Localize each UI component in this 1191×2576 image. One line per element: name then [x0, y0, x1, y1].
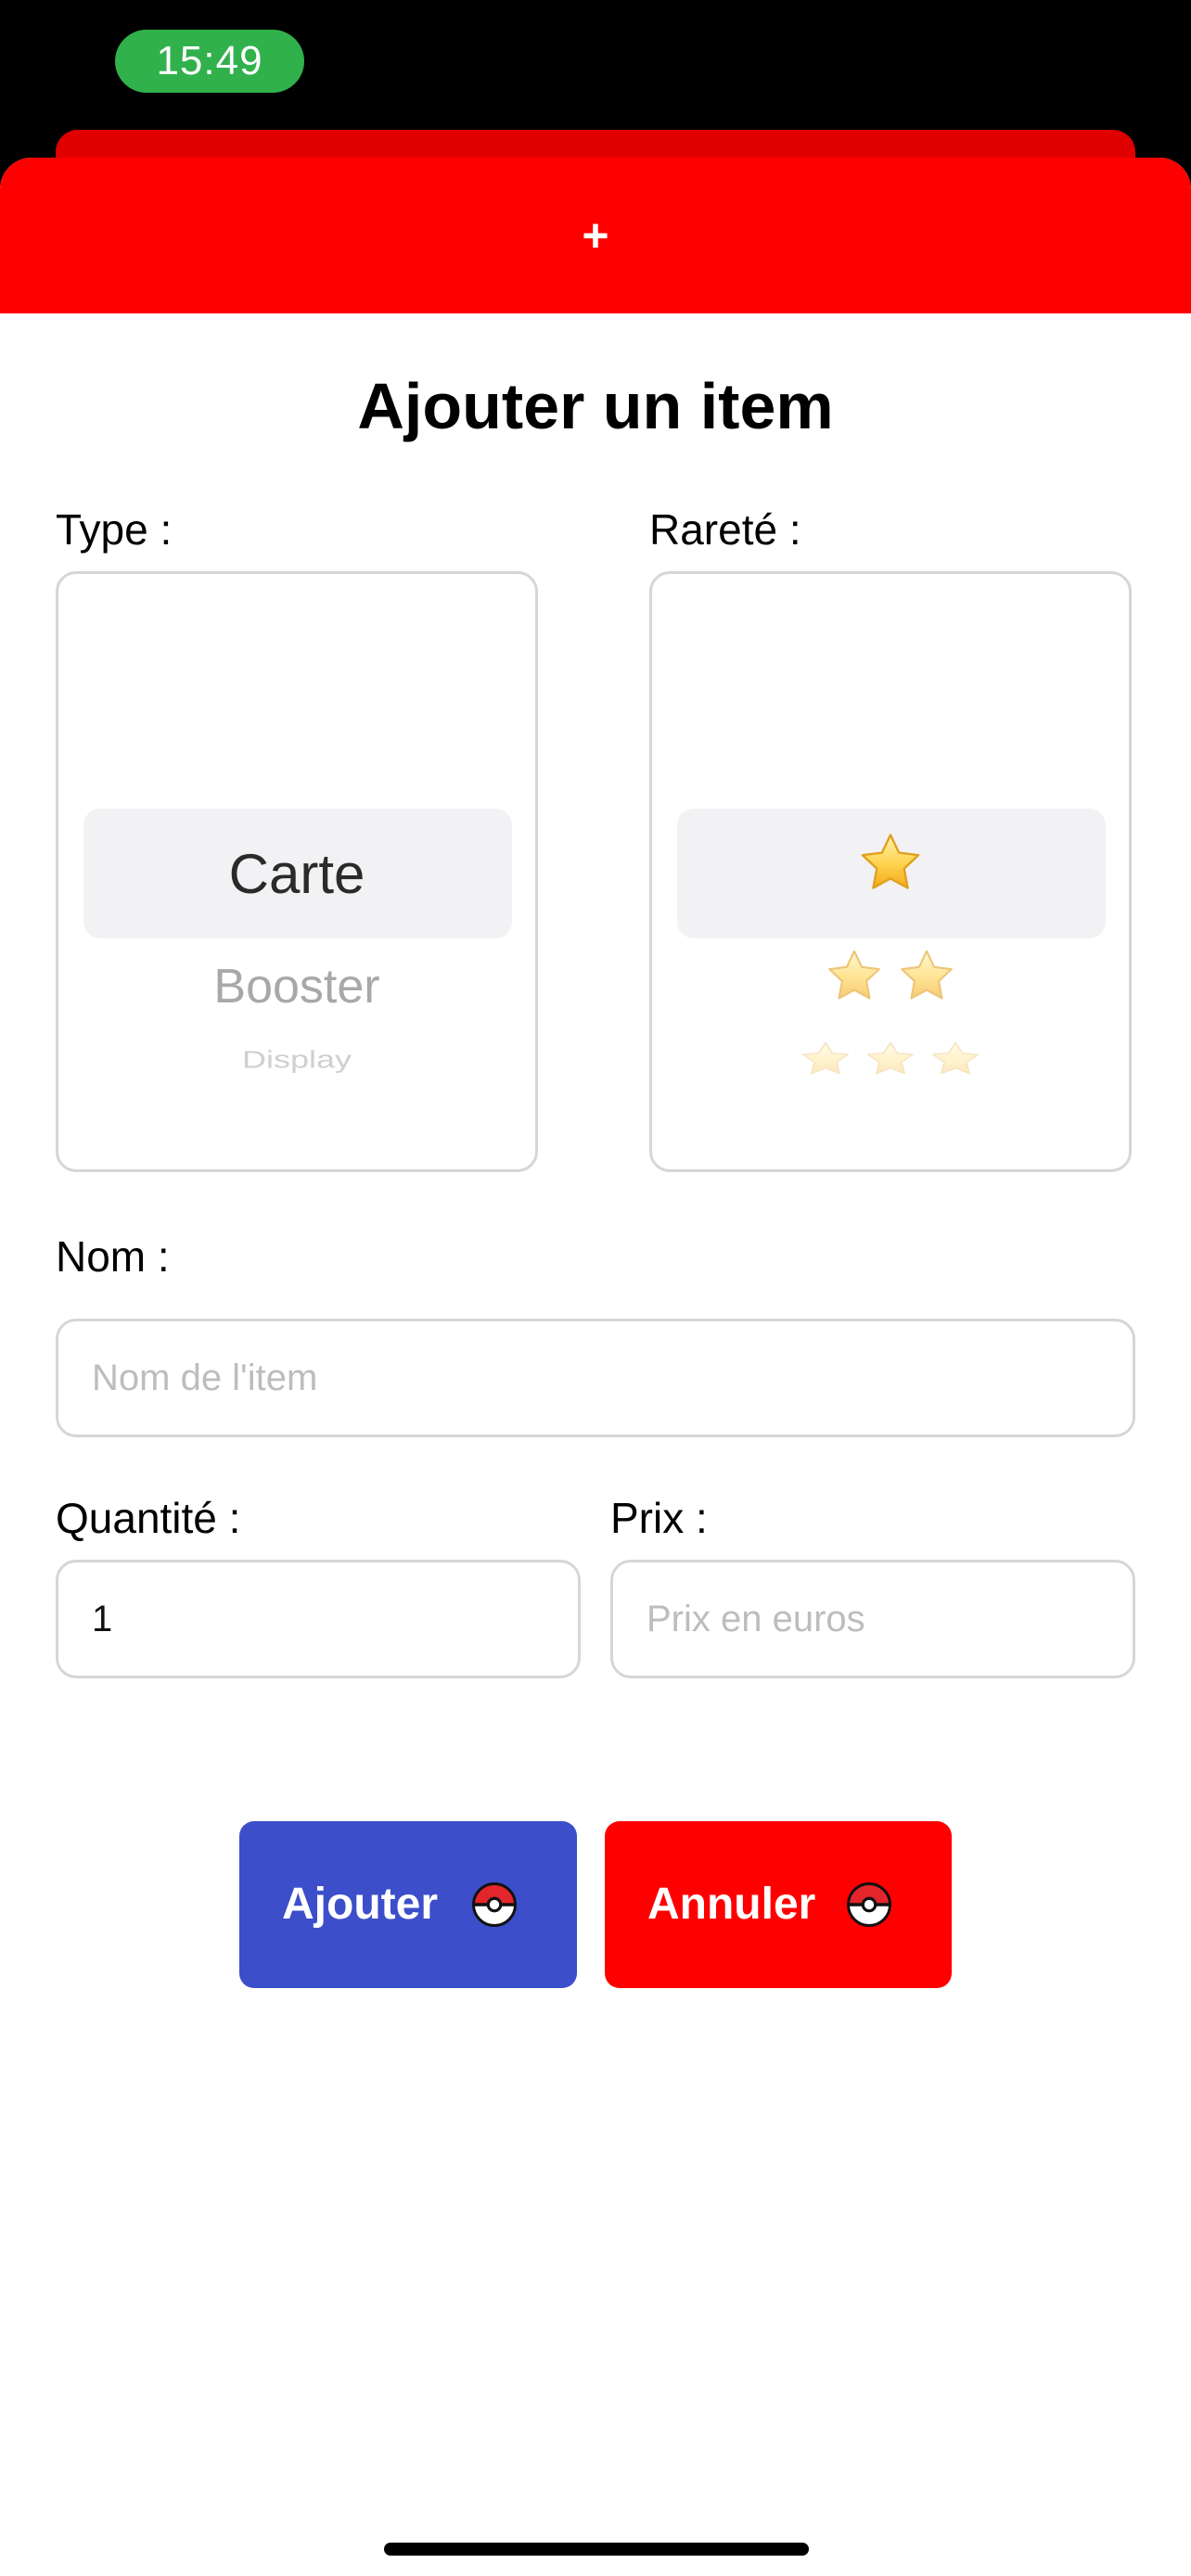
- type-option-display[interactable]: Display: [58, 1039, 535, 1079]
- rarity-option-1-star[interactable]: [652, 817, 1129, 932]
- name-label: Nom :: [56, 1232, 170, 1281]
- status-bar: 15:49: [0, 0, 1191, 130]
- name-input[interactable]: [56, 1319, 1135, 1437]
- quantity-input[interactable]: [56, 1560, 581, 1678]
- star-icon: [822, 947, 887, 1032]
- add-button-header[interactable]: +: [549, 198, 642, 273]
- type-option-booster[interactable]: Booster: [58, 945, 535, 1028]
- type-option-carte[interactable]: Carte: [58, 817, 535, 932]
- type-picker[interactable]: Carte Booster Display: [56, 571, 538, 1172]
- add-button[interactable]: Ajouter: [239, 1821, 577, 1988]
- add-button-label: Ajouter: [282, 1880, 438, 1929]
- pokeball-icon: [469, 1880, 519, 1930]
- rarity-option-2-stars[interactable]: [652, 945, 1129, 1028]
- star-icon: [927, 1039, 984, 1079]
- pokeball-icon: [844, 1880, 894, 1930]
- quantity-label: Quantité :: [56, 1494, 241, 1542]
- status-time: 15:49: [115, 30, 304, 93]
- rarity-label: Rareté :: [649, 505, 801, 554]
- rarity-option-3-stars[interactable]: [652, 1039, 1129, 1079]
- type-label: Type :: [56, 505, 173, 554]
- price-input[interactable]: [610, 1560, 1135, 1678]
- star-icon: [797, 1039, 854, 1079]
- star-icon: [894, 947, 959, 1032]
- cancel-button[interactable]: Annuler: [605, 1821, 952, 1988]
- star-icon: [857, 821, 924, 936]
- sheet-header: +: [0, 158, 1191, 313]
- modal-sheet: + Ajouter un item Type : Carte Booster D…: [0, 158, 1191, 2576]
- home-indicator: [384, 2543, 809, 2556]
- star-icon: [862, 1039, 919, 1079]
- page-title: Ajouter un item: [357, 370, 834, 442]
- cancel-button-label: Annuler: [647, 1880, 816, 1929]
- rarity-picker[interactable]: [649, 571, 1132, 1172]
- price-label: Prix :: [610, 1494, 708, 1542]
